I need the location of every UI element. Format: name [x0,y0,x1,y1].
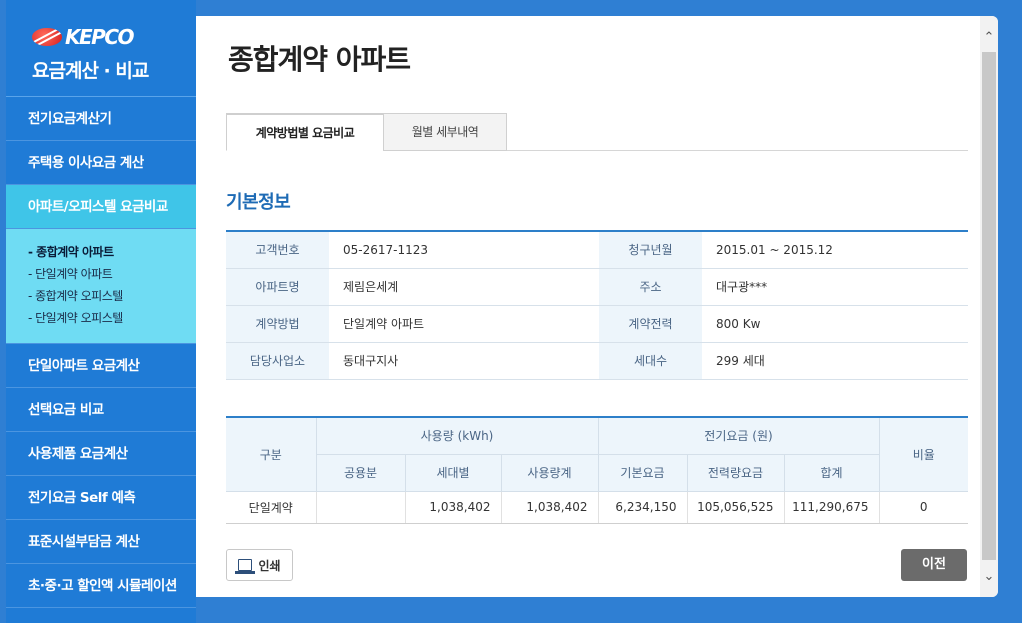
section-title: 기본정보 [226,192,291,213]
basic-info-table: 고객번호 05-2617-1123 청구년월 2015.01 ~ 2015.12… [226,230,968,380]
logo-text: KEPCO [65,25,135,49]
contract-method-label: 계약방법 [226,305,329,343]
customer-no-label: 고객번호 [226,231,329,269]
print-label: 인쇄 [258,558,281,573]
header-base-fee: 기본요금 [598,454,688,492]
sidebar-item-facility-charge[interactable]: 표준시설부담금 계산 [6,520,196,564]
address-value: 대구광*** [702,268,968,306]
billing-period-label: 청구년월 [599,231,702,269]
billing-period-value: 2015.01 ~ 2015.12 [702,231,968,269]
cell-category: 단일계약 [226,491,317,524]
print-button[interactable]: 인쇄 [226,549,293,581]
households-label: 세대수 [599,342,702,380]
submenu-item-single-apt[interactable]: - 단일계약 아파트 [28,263,196,285]
sidebar-item-move-fee[interactable]: 주택용 이사요금 계산 [6,141,196,185]
brand-subtitle: 요금계산 · 비교 [32,60,149,82]
cell-sum: 111,290,675 [784,491,880,524]
header-energy-fee: 전력량요금 [687,454,785,492]
header-charge: 전기요금 (원) [598,417,880,455]
contract-method-value: 단일계약 아파트 [329,305,599,343]
sidebar-item-option-compare[interactable]: 선택요금 비교 [6,388,196,432]
brand-header: KEPCO 요금계산 · 비교 [6,0,196,97]
apt-name-label: 아파트명 [226,268,329,306]
cell-base-fee: 6,234,150 [598,491,688,524]
kepco-logo[interactable]: KEPCO [32,25,196,49]
page-title: 종합계약 아파트 [228,43,411,76]
submenu-item-single-officetel[interactable]: - 단일계약 오피스텔 [28,307,196,329]
header-usage-total: 사용량계 [501,454,599,492]
office-label: 담당사업소 [226,342,329,380]
submenu: - 종합계약 아파트 - 단일계약 아파트 - 종합계약 오피스텔 - 단일계약… [6,229,196,344]
tab-bar: 계약방법별 요금비교 월별 세부내역 [226,113,968,151]
prev-button[interactable]: 이전 [901,549,967,581]
sidebar-item-appliance-fee[interactable]: 사용제품 요금계산 [6,432,196,476]
table-row: 단일계약 1,038,402 1,038,402 6,234,150 105,0… [226,491,968,524]
scroll-down-icon[interactable]: ⌄ [980,567,998,587]
tab-contract-compare[interactable]: 계약방법별 요금비교 [226,113,384,151]
submenu-item-comprehensive-officetel[interactable]: - 종합계약 오피스텔 [28,285,196,307]
vertical-scrollbar[interactable]: ⌃ ⌄ [980,16,998,597]
header-usage: 사용량 (kWh) [316,417,599,455]
fee-comparison-table: 구분 사용량 (kWh) 전기요금 (원) 비율 공용분 세대별 사용량계 기본… [226,416,968,524]
scroll-up-icon[interactable]: ⌃ [980,28,998,48]
table-header-row: 구분 사용량 (kWh) 전기요금 (원) 비율 [226,417,968,492]
sidebar-item-calculator[interactable]: 전기요금계산기 [6,97,196,141]
table-row: 담당사업소 동대구지사 세대수 299 세대 [226,342,968,380]
header-ratio: 비율 [879,417,968,492]
table-row: 아파트명 제림은세계 주소 대구광*** [226,268,968,306]
customer-no-value: 05-2617-1123 [329,231,599,269]
sidebar: KEPCO 요금계산 · 비교 전기요금계산기 주택용 이사요금 계산 아파트/… [6,0,216,623]
address-label: 주소 [599,268,702,306]
printer-icon [235,559,256,574]
content-panel: 종합계약 아파트 계약방법별 요금비교 월별 세부내역 기본정보 고객번호 05… [196,16,998,597]
contract-power-label: 계약전력 [599,305,702,343]
households-value: 299 세대 [702,342,968,380]
submenu-item-comprehensive-apt[interactable]: - 종합계약 아파트 [28,241,196,263]
apt-name-value: 제림은세계 [329,268,599,306]
scroll-thumb[interactable] [982,52,996,560]
header-common: 공용분 [316,454,406,492]
table-row: 계약방법 단일계약 아파트 계약전력 800 Kw [226,305,968,343]
office-value: 동대구지사 [329,342,599,380]
cell-usage-total: 1,038,402 [501,491,599,524]
header-category: 구분 [226,417,317,492]
sidebar-item-single-apartment[interactable]: 단일아파트 요금계산 [6,344,196,388]
header-per-household: 세대별 [405,454,502,492]
table-row: 고객번호 05-2617-1123 청구년월 2015.01 ~ 2015.12 [226,231,968,269]
cell-energy-fee: 105,056,525 [687,491,785,524]
cell-per-household: 1,038,402 [405,491,502,524]
header-sum: 합계 [784,454,880,492]
kepco-logo-icon [32,28,62,46]
contract-power-value: 800 Kw [702,305,968,343]
cell-ratio: 0 [879,491,968,524]
cell-common [316,491,406,524]
sidebar-item-school-discount[interactable]: 초·중·고 할인액 시뮬레이션 [6,564,196,608]
sidebar-item-apartment-compare[interactable]: 아파트/오피스텔 요금비교 [6,185,216,229]
table-header-row: 공용분 세대별 사용량계 기본요금 전력량요금 합계 [226,454,968,492]
tab-monthly-detail[interactable]: 월별 세부내역 [383,113,507,151]
sidebar-item-self-forecast[interactable]: 전기요금 Self 예측 [6,476,196,520]
